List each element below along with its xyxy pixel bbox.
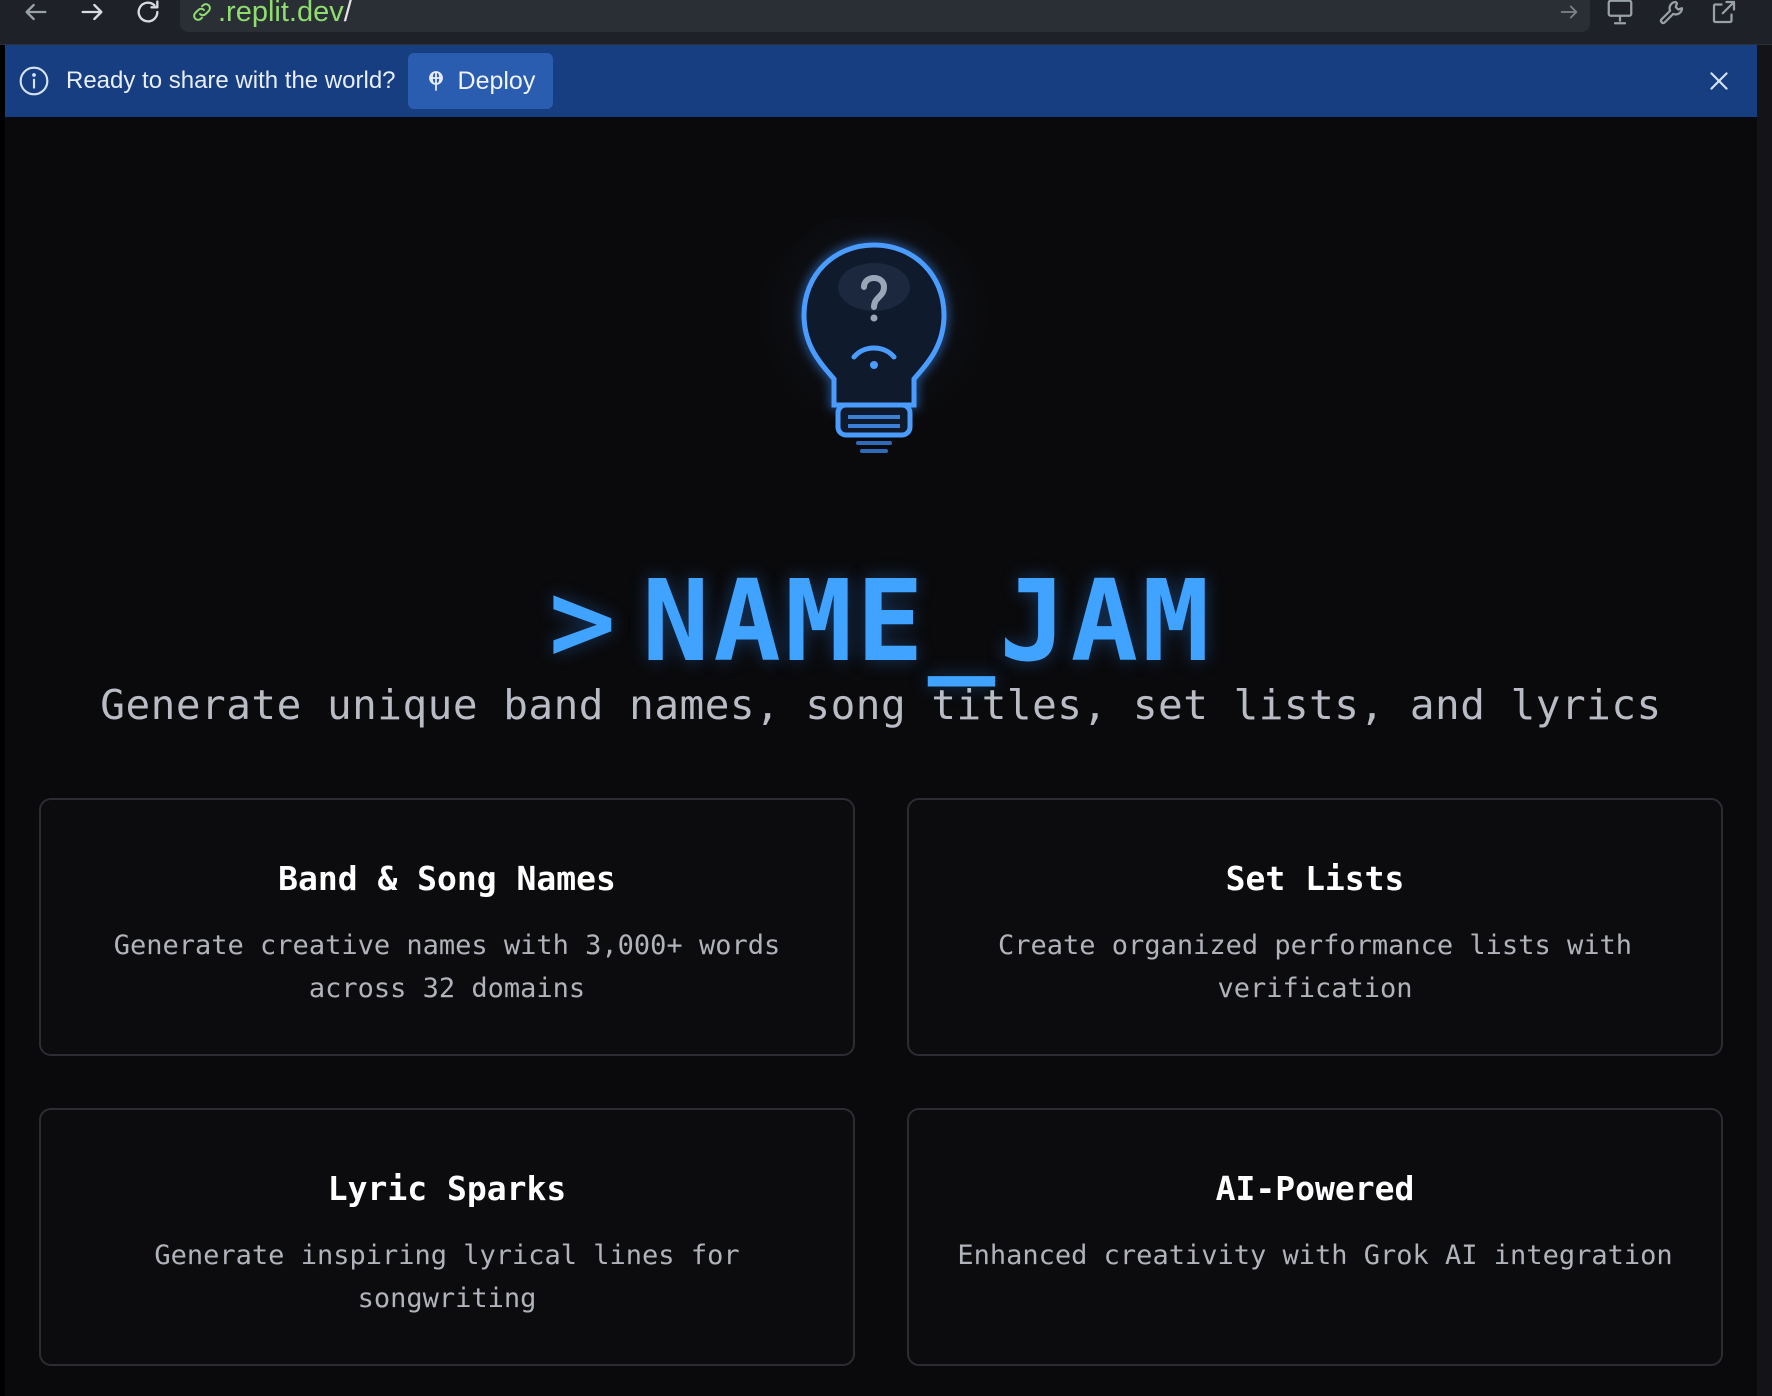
info-icon xyxy=(19,66,49,96)
close-banner-button[interactable] xyxy=(1701,63,1737,99)
reload-button[interactable] xyxy=(128,0,168,30)
banner-message: Ready to share with the world? xyxy=(66,67,396,94)
feature-card-description: Generate creative names with 3,000+ word… xyxy=(113,930,781,1004)
link-icon xyxy=(193,3,211,21)
lightbulb-icon xyxy=(749,217,999,462)
feature-card-title: Band & Song Names xyxy=(278,859,616,898)
app-subtitle: Generate unique band names, song titles,… xyxy=(100,681,1662,729)
feature-card-set-lists[interactable]: Set Lists Create organized performance l… xyxy=(907,798,1723,1056)
address-bar[interactable]: .replit.dev / xyxy=(180,0,1590,32)
external-link-icon xyxy=(1712,0,1736,24)
feature-card-title: Lyric Sparks xyxy=(327,1169,567,1208)
browser-toolbar: .replit.dev / xyxy=(0,0,1772,45)
deploy-button-label: Deploy xyxy=(457,66,536,95)
feature-card-title: Set Lists xyxy=(1225,859,1405,898)
feature-card-lyric-sparks[interactable]: Lyric Sparks Generate inspiring lyrical … xyxy=(39,1108,855,1366)
url-path: / xyxy=(343,0,352,28)
app-page: > NAME_JAM Generate unique band names, so… xyxy=(5,117,1757,1396)
feature-card-band-song-names[interactable]: Band & Song Names Generate creative name… xyxy=(39,798,855,1056)
deploy-button[interactable]: Deploy xyxy=(407,53,554,109)
devtools-button[interactable] xyxy=(1652,0,1692,30)
wrench-icon xyxy=(1659,0,1684,25)
devices-icon xyxy=(1607,0,1633,25)
close-icon xyxy=(1710,72,1728,90)
feature-card-ai-powered[interactable]: AI-Powered Enhanced creativity with Grok… xyxy=(907,1108,1723,1366)
forward-button[interactable] xyxy=(72,0,112,30)
window-edge xyxy=(1757,45,1772,1396)
open-new-tab-button[interactable] xyxy=(1704,0,1744,30)
reload-icon xyxy=(137,0,159,23)
feature-card-title: AI-Powered xyxy=(1215,1169,1415,1208)
feature-card-description: Enhanced creativity with Grok AI integra… xyxy=(957,1240,1673,1271)
back-button[interactable] xyxy=(16,0,56,30)
url-host: .replit.dev xyxy=(218,0,344,28)
deploy-icon xyxy=(428,71,443,91)
feature-card-description: Generate inspiring lyrical lines for son… xyxy=(154,1240,740,1314)
devices-button[interactable] xyxy=(1600,0,1640,30)
forward-arrow-icon xyxy=(81,3,103,21)
feature-card-description: Create organized performance lists with … xyxy=(998,930,1632,1004)
go-arrow-icon[interactable] xyxy=(1558,1,1580,23)
back-arrow-icon xyxy=(25,3,47,21)
deploy-banner: Ready to share with the world? Deploy xyxy=(5,45,1757,117)
